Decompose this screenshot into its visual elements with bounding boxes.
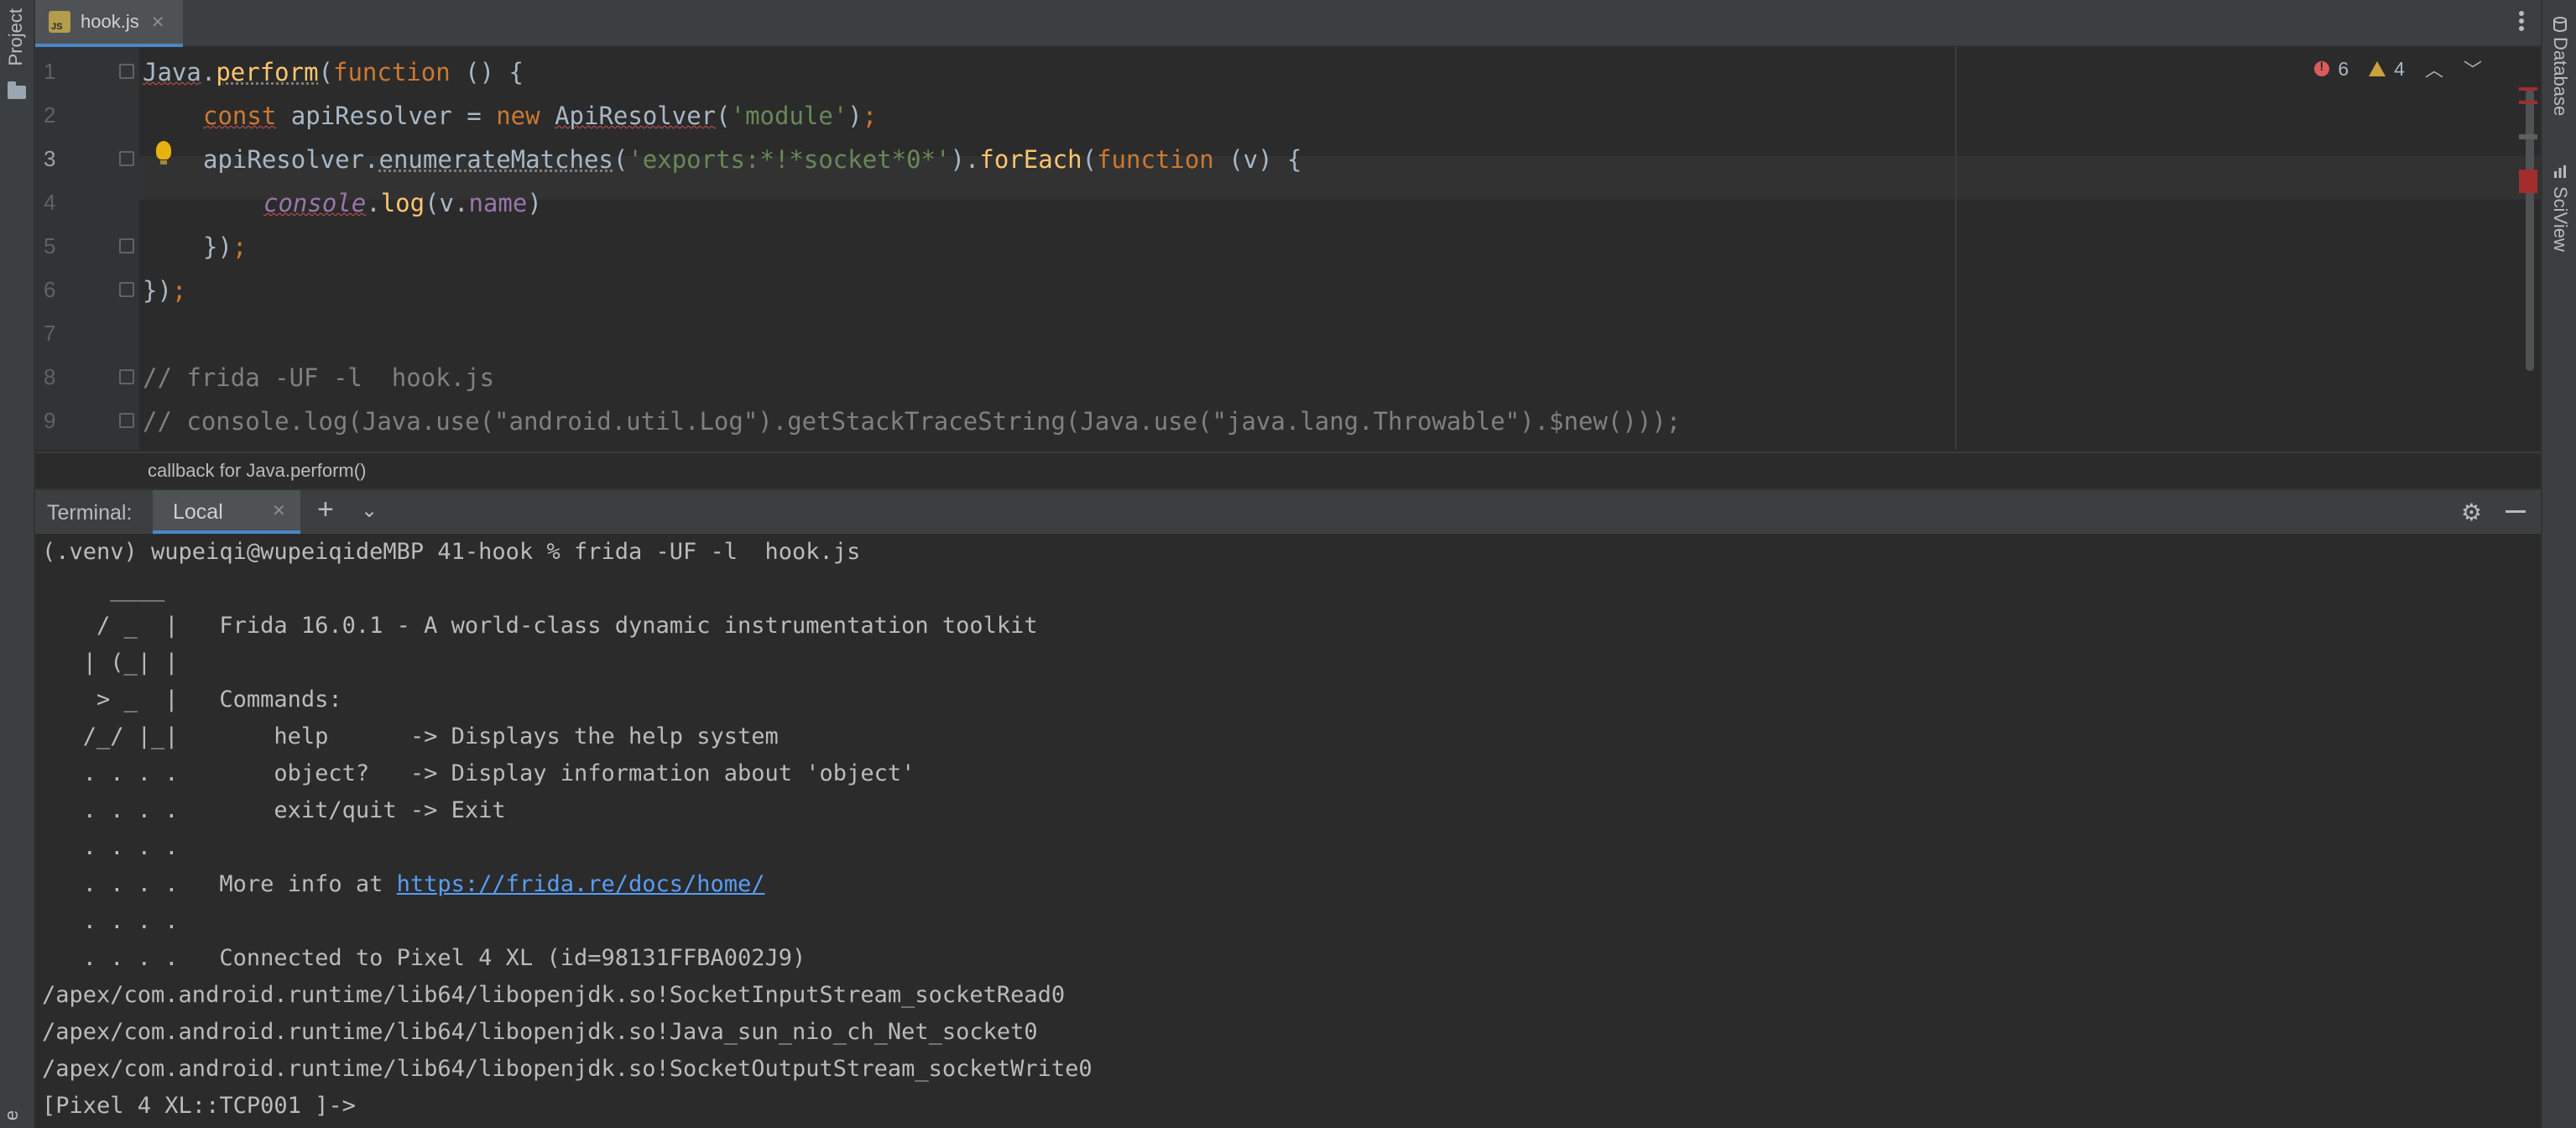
fold-icon[interactable] bbox=[119, 282, 134, 297]
fold-icon[interactable] bbox=[119, 369, 134, 384]
terminal-line: ____ bbox=[42, 576, 165, 602]
database-tool-button[interactable]: Database bbox=[2549, 37, 2571, 116]
project-tool-button[interactable]: Project bbox=[5, 8, 27, 65]
warning-icon bbox=[2369, 61, 2386, 76]
error-stripe-mark[interactable] bbox=[2519, 101, 2537, 104]
terminal-line-more-info: . . . . More info at https://frida.re/do… bbox=[42, 866, 765, 903]
code-line-6: }); bbox=[143, 276, 187, 305]
terminal-line-text: . . . . More info at bbox=[42, 871, 397, 897]
more-options-icon[interactable] bbox=[2519, 8, 2526, 35]
line-number: 7 bbox=[44, 321, 56, 346]
terminal-line: . . . . bbox=[42, 908, 179, 934]
terminal-line: > _ | Commands: bbox=[42, 687, 342, 713]
error-count: 6 bbox=[2338, 57, 2349, 80]
editor-scrollbar[interactable] bbox=[2526, 89, 2534, 371]
code-line-4: console.log(v.name) bbox=[263, 189, 542, 217]
terminal-line: . . . . bbox=[42, 834, 179, 860]
terminal-line: | (_| | bbox=[42, 650, 179, 676]
code-line-2: const apiResolver = new ApiResolver('mod… bbox=[203, 102, 878, 130]
terminal-line: . . . . Connected to Pixel 4 XL (id=9813… bbox=[42, 945, 806, 971]
tab-hook-js[interactable]: JS hook.js ✕ bbox=[35, 0, 183, 47]
line-number: 8 bbox=[44, 364, 56, 389]
chevron-down-icon[interactable]: ﹀ bbox=[2464, 55, 2482, 82]
terminal-line: /_/ |_| help -> Displays the help system bbox=[42, 723, 779, 749]
line-gutter: 1 2 3 4 5 6 7 8 9 bbox=[35, 47, 139, 450]
terminal-line: /apex/com.android.runtime/lib64/libopenj… bbox=[42, 1019, 1038, 1045]
line-number: 5 bbox=[44, 233, 56, 258]
right-margin-guide bbox=[1955, 47, 1957, 450]
chevron-down-icon[interactable]: ⌄ bbox=[361, 499, 378, 523]
folder-icon bbox=[8, 81, 26, 99]
fold-icon[interactable] bbox=[119, 151, 134, 166]
error-stripe-mark[interactable] bbox=[2519, 170, 2537, 193]
chevron-up-icon[interactable]: ︿ bbox=[2425, 55, 2443, 82]
new-terminal-button[interactable]: + bbox=[317, 494, 334, 526]
line-number: 1 bbox=[44, 59, 56, 84]
sciview-icon bbox=[2554, 165, 2566, 178]
line-number: 9 bbox=[44, 408, 56, 433]
terminal-line: /apex/com.android.runtime/lib64/libopenj… bbox=[42, 1056, 1092, 1082]
inspection-widget[interactable]: 6 4 ︿ ﹀ bbox=[2314, 55, 2482, 82]
code-line-8: // frida -UF -l hook.js bbox=[143, 363, 495, 392]
error-stripe-mark[interactable] bbox=[2519, 87, 2537, 91]
tab-local-terminal[interactable]: Local ✕ bbox=[153, 490, 300, 534]
editor-tab-bar: JS hook.js ✕ bbox=[35, 0, 2541, 47]
terminal-line: (.venv) wupeiqi@wupeiqideMBP 41-hook % f… bbox=[42, 539, 861, 565]
intention-bulb-icon[interactable] bbox=[156, 141, 171, 164]
fold-icon[interactable] bbox=[119, 413, 134, 428]
breadcrumb-item[interactable]: callback for Java.perform() bbox=[148, 460, 366, 482]
terminal-title: Terminal: bbox=[47, 501, 133, 525]
line-number: 4 bbox=[44, 190, 56, 215]
docs-link[interactable]: https://frida.re/docs/home/ bbox=[397, 871, 765, 897]
database-icon bbox=[2553, 17, 2567, 32]
line-number: 3 bbox=[44, 146, 56, 171]
stripe-mark[interactable] bbox=[2519, 134, 2537, 139]
minimize-icon[interactable] bbox=[2506, 510, 2526, 513]
terminal-line: /apex/com.android.runtime/lib64/libopenj… bbox=[42, 982, 1066, 1008]
code-line-5: }); bbox=[203, 232, 248, 261]
left-tool-strip: Project e bbox=[0, 0, 35, 1128]
terminal-line: . . . . exit/quit -> Exit bbox=[42, 797, 506, 823]
line-number: 2 bbox=[44, 102, 56, 128]
code-line-9: // console.log(Java.use("android.util.Lo… bbox=[143, 407, 1682, 436]
warning-count: 4 bbox=[2394, 57, 2405, 80]
tool-strip-bottom-label: e bbox=[1, 1110, 23, 1121]
terminal-header: Terminal: Local ✕ + ⌄ ⚙ bbox=[35, 488, 2541, 535]
line-number: 6 bbox=[44, 277, 56, 302]
js-file-icon: JS bbox=[49, 11, 70, 33]
tab-label: hook.js bbox=[81, 11, 139, 32]
right-tool-strip: Database SciView bbox=[2541, 0, 2576, 1128]
code-editor[interactable]: 1 2 3 4 5 6 7 8 9 Java.perform(function … bbox=[35, 47, 2541, 450]
sciview-tool-button[interactable]: SciView bbox=[2549, 186, 2571, 252]
code-line-3: apiResolver.enumerateMatches('exports:*!… bbox=[203, 145, 1302, 174]
close-icon[interactable]: ✕ bbox=[151, 12, 165, 33]
code-line-1: Java.perform(function () { bbox=[143, 58, 524, 86]
terminal-tab-label: Local bbox=[173, 500, 223, 524]
terminal-output[interactable]: (.venv) wupeiqi@wupeiqideMBP 41-hook % f… bbox=[35, 534, 2541, 1128]
close-icon[interactable]: ✕ bbox=[272, 500, 286, 521]
fold-icon[interactable] bbox=[119, 238, 134, 253]
terminal-prompt[interactable]: [Pixel 4 XL::TCP001 ]-> bbox=[42, 1088, 369, 1125]
terminal-line: / _ | Frida 16.0.1 - A world-class dynam… bbox=[42, 613, 1038, 639]
fold-icon[interactable] bbox=[119, 64, 134, 79]
terminal-line: . . . . object? -> Display information a… bbox=[42, 760, 915, 786]
breadcrumb: callback for Java.perform() bbox=[35, 452, 2541, 488]
error-icon bbox=[2314, 60, 2330, 76]
gear-icon[interactable]: ⚙ bbox=[2461, 499, 2482, 526]
